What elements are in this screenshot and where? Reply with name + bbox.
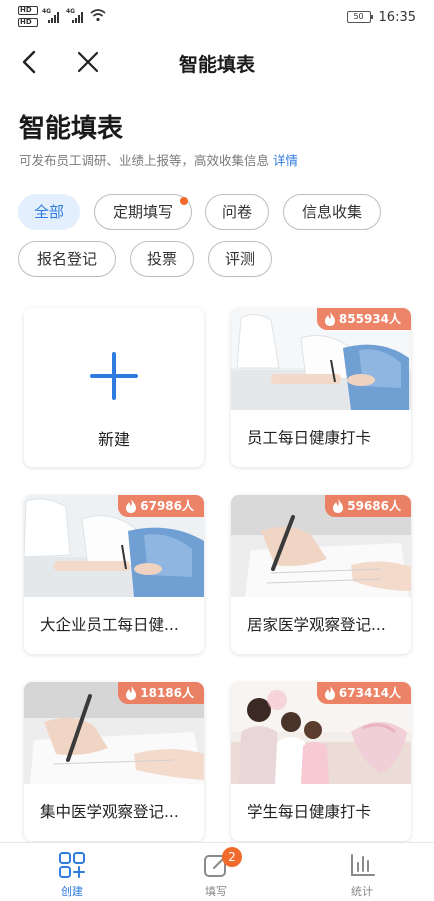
create-grid-icon	[59, 852, 85, 878]
template-card[interactable]: 67986人 大企业员工每日健...	[24, 495, 204, 654]
bottom-tab-bar: 创建 2 填写 统计	[0, 842, 434, 900]
battery-icon: 50	[346, 11, 373, 23]
template-card[interactable]: 855934人 员工每日健康打卡	[231, 308, 411, 467]
hd-icon: HD	[18, 18, 38, 27]
flame-icon	[324, 686, 335, 700]
template-card[interactable]: 18186人 集中医学观察登记...	[24, 682, 204, 841]
filter-chip-info-collection[interactable]: 信息收集	[283, 194, 381, 230]
template-title: 员工每日健康打卡	[247, 429, 372, 447]
notification-dot	[180, 197, 188, 205]
template-card[interactable]: 59686人 居家医学观察登记...	[231, 495, 411, 654]
participant-count: 855934人	[338, 312, 401, 326]
signal-indicators: HD HD 4G 4G	[18, 5, 118, 29]
tab-fill-badge: 2	[222, 847, 242, 867]
status-bar: HD HD 4G 4G 50 16:35	[0, 0, 434, 34]
filter-chip-questionnaire[interactable]: 问卷	[205, 194, 269, 230]
tab-fill-label: 填写	[205, 885, 227, 898]
tab-statistics[interactable]: 统计	[312, 843, 412, 901]
filter-chip-assessment[interactable]: 评测	[208, 241, 272, 277]
page-title: 智能填表	[19, 114, 124, 144]
new-form-label: 新建	[97, 430, 130, 449]
filter-chip-vote[interactable]: 投票	[130, 241, 194, 277]
template-title: 集中医学观察登记...	[40, 803, 179, 821]
tab-statistics-label: 统计	[351, 885, 373, 898]
filter-chip-scheduled[interactable]: 定期填写	[94, 194, 192, 230]
participant-count-badge: 59686人	[325, 495, 411, 517]
clock: 16:35	[378, 9, 416, 25]
tab-fill[interactable]: 2 填写	[166, 843, 266, 901]
template-title: 学生每日健康打卡	[247, 803, 372, 821]
detail-link[interactable]: 详情	[273, 153, 298, 168]
participant-count-badge: 67986人	[118, 495, 204, 517]
participant-count: 59686人	[347, 499, 401, 513]
flame-icon	[126, 499, 137, 513]
nav-bar: 智能填表	[0, 34, 434, 90]
participant-count: 673414人	[338, 686, 401, 700]
nav-title: 智能填表	[178, 54, 255, 76]
tab-create[interactable]: 创建	[22, 843, 122, 901]
template-title: 大企业员工每日健...	[40, 616, 179, 634]
wifi-icon	[90, 9, 106, 22]
page-subtitle: 可发布员工调研、业绩上报等，高效收集信息 详情	[19, 150, 298, 169]
filter-chip-all[interactable]: 全部	[18, 194, 80, 230]
participant-count-badge: 18186人	[118, 682, 204, 704]
participant-count-badge: 673414人	[316, 682, 411, 704]
participant-count: 18186人	[140, 686, 194, 700]
subtitle-text: 可发布员工调研、业绩上报等，高效收集信息	[19, 153, 270, 168]
signal-icon	[48, 11, 62, 23]
filter-chip-registration[interactable]: 报名登记	[18, 241, 116, 277]
flame-icon	[333, 499, 344, 513]
plus-icon	[90, 352, 138, 400]
participant-count-badge: 855934人	[316, 308, 411, 330]
flame-icon	[324, 312, 335, 326]
bar-chart-icon	[351, 854, 375, 876]
signal-icon	[72, 11, 86, 23]
new-form-card[interactable]: 新建	[24, 308, 204, 467]
flame-icon	[126, 686, 137, 700]
template-card[interactable]: 673414人 学生每日健康打卡	[231, 682, 411, 841]
filter-chip-label: 定期填写	[112, 203, 173, 221]
template-title: 居家医学观察登记...	[247, 616, 386, 634]
participant-count: 67986人	[140, 499, 194, 513]
hd-icon: HD	[18, 6, 38, 15]
tab-create-label: 创建	[61, 885, 83, 898]
